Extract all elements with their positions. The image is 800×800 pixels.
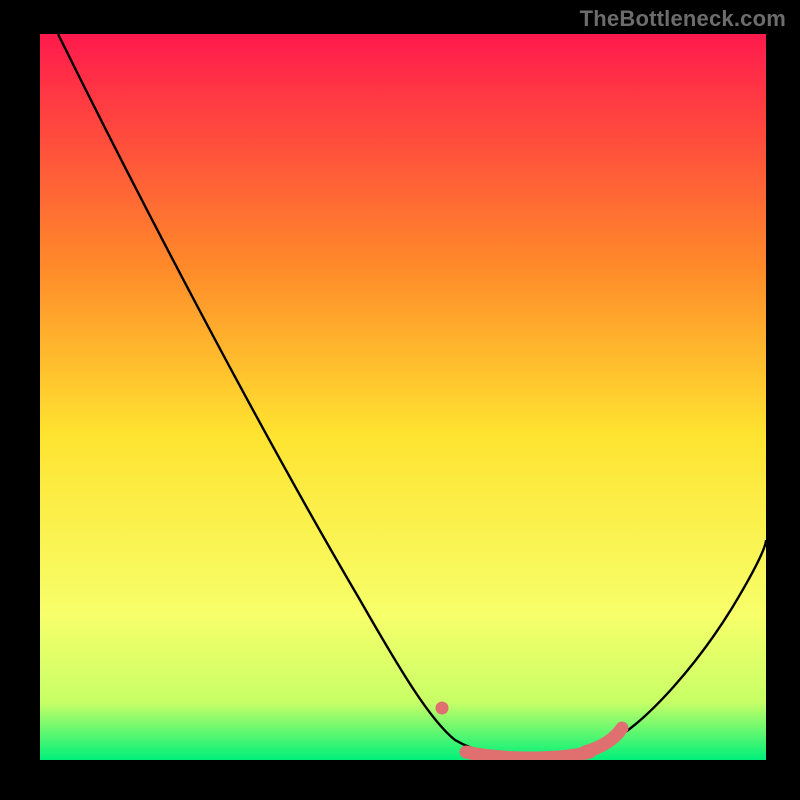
highlight-dot bbox=[436, 702, 449, 715]
highlight-floor bbox=[466, 752, 590, 758]
watermark-text: TheBottleneck.com bbox=[580, 6, 786, 32]
chart-svg bbox=[0, 0, 800, 800]
gradient-plot-area bbox=[40, 34, 766, 760]
bottleneck-chart: TheBottleneck.com bbox=[0, 0, 800, 800]
